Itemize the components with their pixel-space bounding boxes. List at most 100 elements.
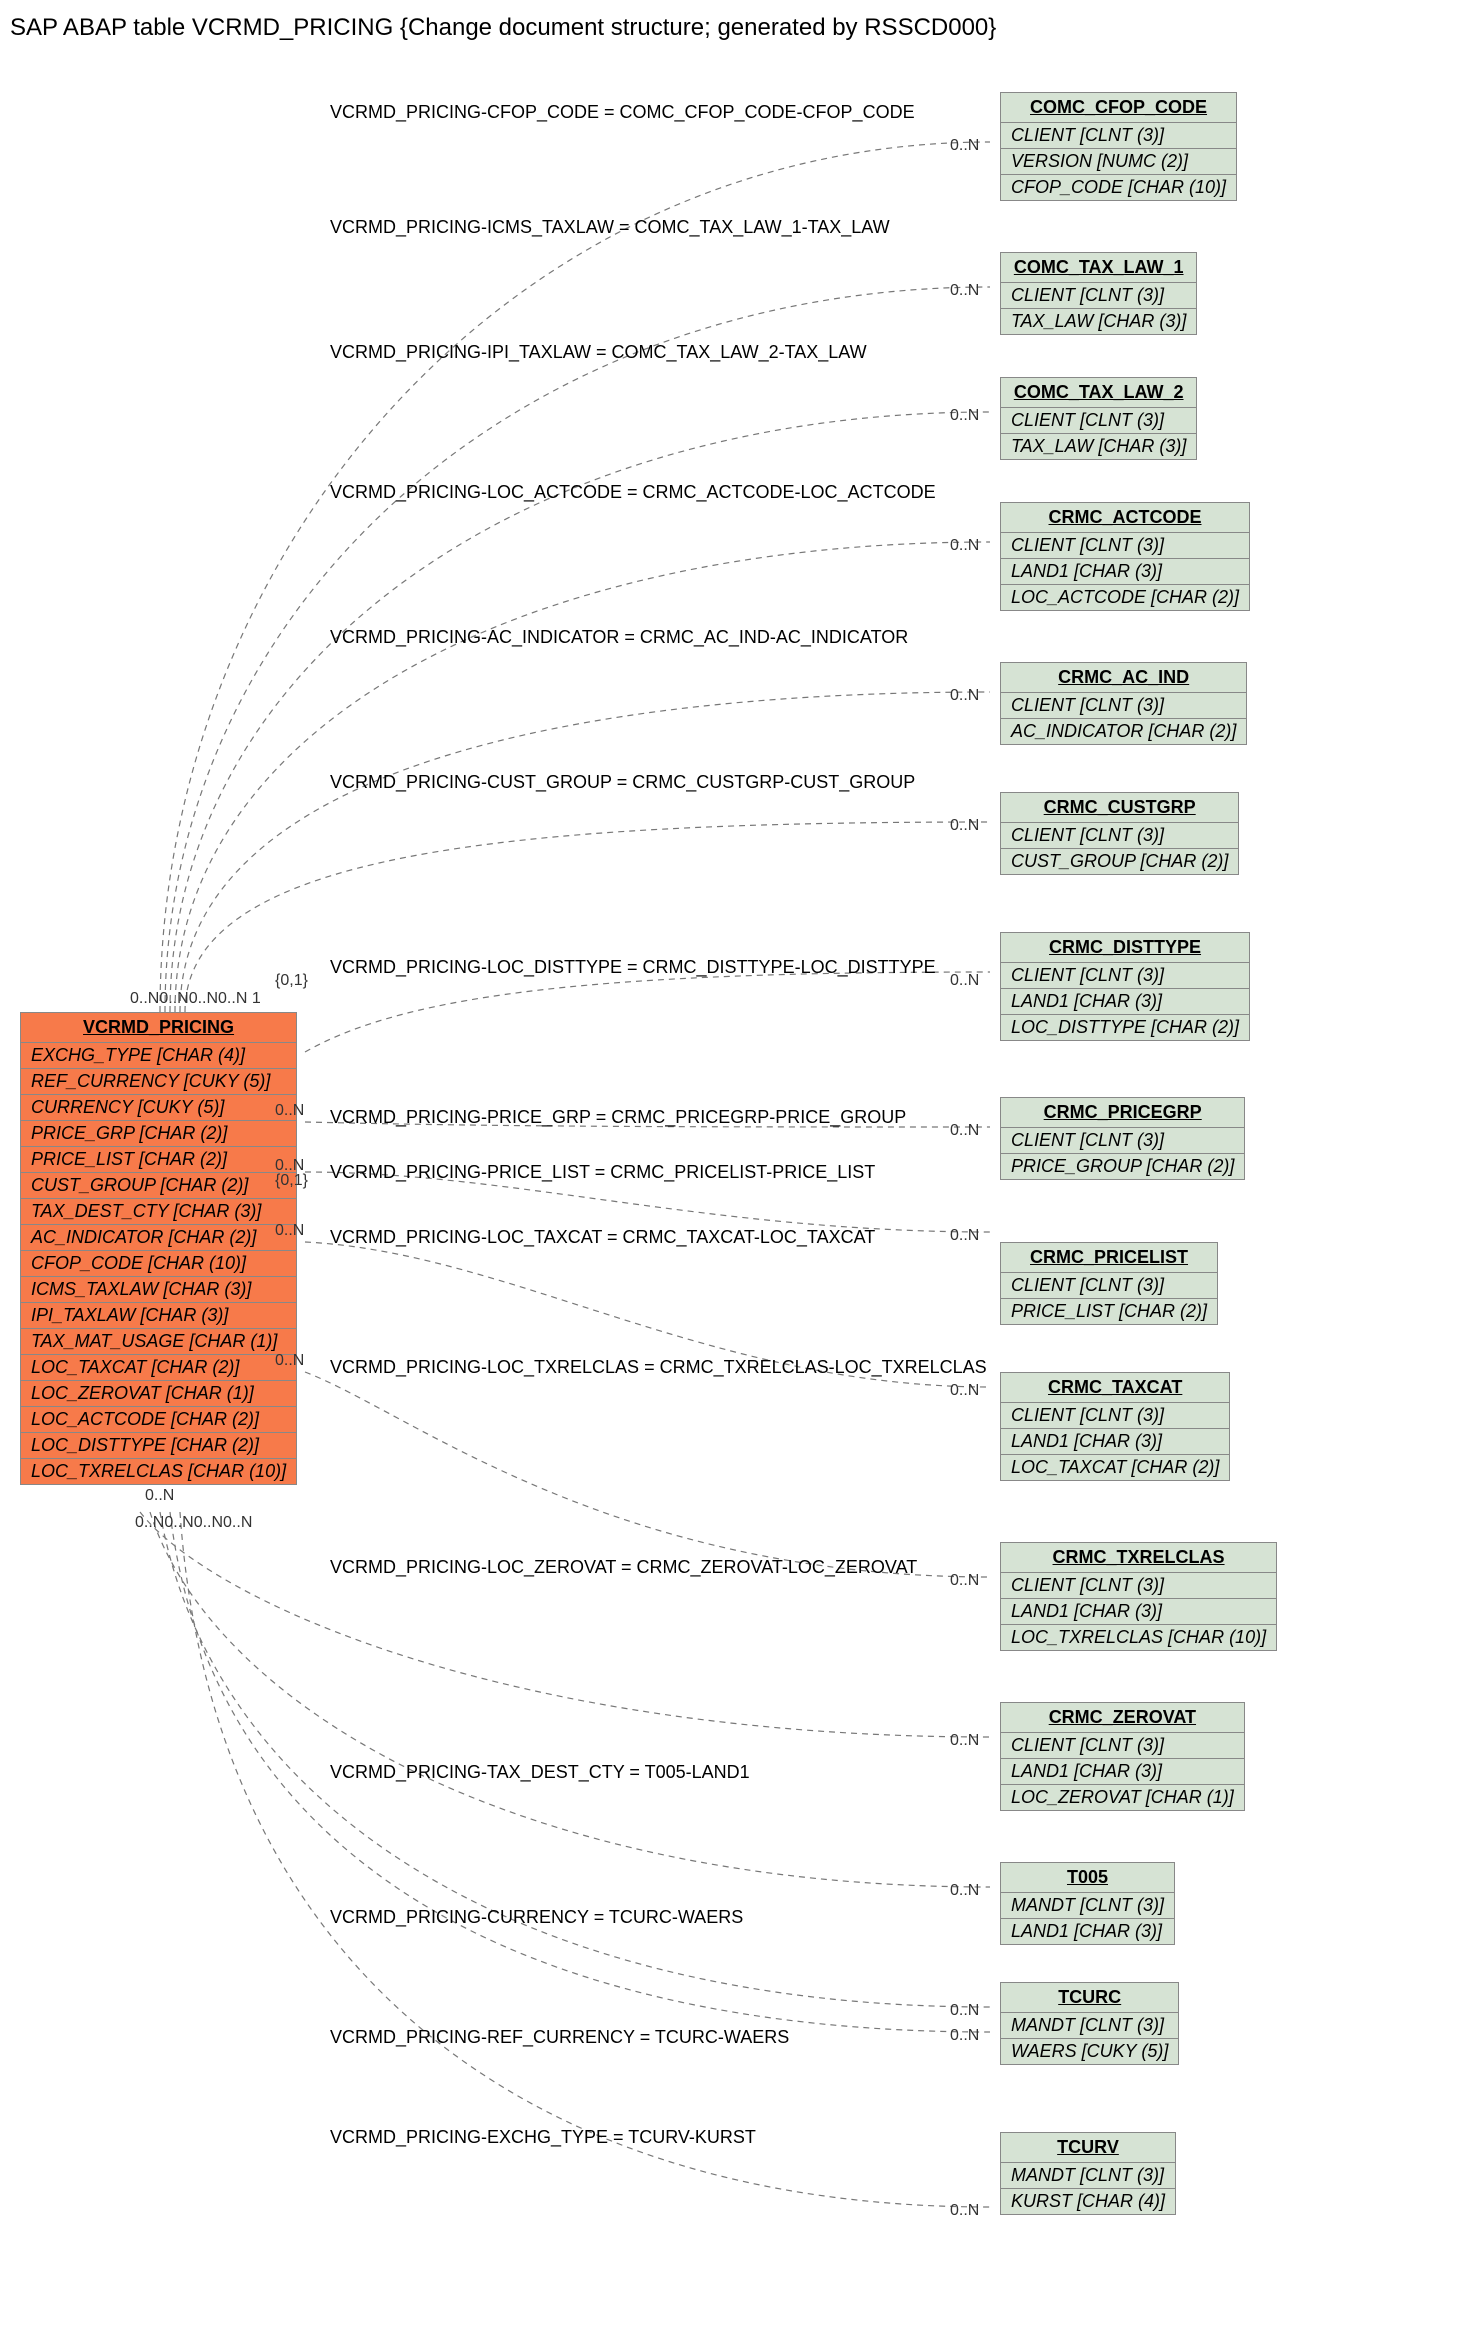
relation-label: VCRMD_PRICING-LOC_TXRELCLAS = CRMC_TXREL… [330,1357,987,1378]
right-cardinality: 0..N [950,972,979,990]
entity-field: CLIENT [CLNT (3)] [1001,1403,1229,1429]
right-cardinality: 0..N [950,687,979,705]
entity-header: CRMC_ZEROVAT [1001,1703,1244,1733]
entity-field: CLIENT [CLNT (3)] [1001,963,1249,989]
entity-header: CRMC_PRICEGRP [1001,1098,1244,1128]
entity-field: LOC_ZEROVAT [CHAR (1)] [21,1381,296,1407]
relation-label: VCRMD_PRICING-PRICE_GRP = CRMC_PRICEGRP-… [330,1107,906,1128]
entity-header: TCURV [1001,2133,1175,2163]
entity-field: CURRENCY [CUKY (5)] [21,1095,296,1121]
entity-field: CUST_GROUP [CHAR (2)] [1001,849,1238,874]
right-cardinality: 0..N [950,1122,979,1140]
entity-field: LOC_ACTCODE [CHAR (2)] [21,1407,296,1433]
entity-field: PRICE_GRP [CHAR (2)] [21,1121,296,1147]
right-cardinality: 0..N [950,1572,979,1590]
entity-field: LAND1 [CHAR (3)] [1001,1759,1244,1785]
related-entity: CRMC_TXRELCLASCLIENT [CLNT (3)]LAND1 [CH… [1000,1542,1277,1651]
left-cardinality: {0,1} [275,1172,308,1190]
relation-label: VCRMD_PRICING-REF_CURRENCY = TCURC-WAERS [330,2027,789,2048]
entity-field: CLIENT [CLNT (3)] [1001,1573,1276,1599]
entity-field: CLIENT [CLNT (3)] [1001,823,1238,849]
entity-field: IPI_TAXLAW [CHAR (3)] [21,1303,296,1329]
related-entity: CRMC_AC_INDCLIENT [CLNT (3)]AC_INDICATOR… [1000,662,1247,745]
entity-field: WAERS [CUKY (5)] [1001,2039,1178,2064]
entity-field: LAND1 [CHAR (3)] [1001,989,1249,1015]
entity-field: CLIENT [CLNT (3)] [1001,1128,1244,1154]
entity-field: LOC_TAXCAT [CHAR (2)] [1001,1455,1229,1480]
relation-label: VCRMD_PRICING-EXCHG_TYPE = TCURV-KURST [330,2127,756,2148]
related-entity: TCURCMANDT [CLNT (3)]WAERS [CUKY (5)] [1000,1982,1179,2065]
right-cardinality: 0..N [950,2002,979,2020]
relation-label: VCRMD_PRICING-PRICE_LIST = CRMC_PRICELIS… [330,1162,875,1183]
main-entity: VCRMD_PRICINGEXCHG_TYPE [CHAR (4)]REF_CU… [20,1012,297,1485]
entity-field: AC_INDICATOR [CHAR (2)] [21,1225,296,1251]
right-cardinality: 0..N [950,2202,979,2220]
entity-field: CFOP_CODE [CHAR (10)] [1001,175,1236,200]
entity-field: LOC_ZEROVAT [CHAR (1)] [1001,1785,1244,1810]
relation-label: VCRMD_PRICING-CURRENCY = TCURC-WAERS [330,1907,743,1928]
entity-field: PRICE_LIST [CHAR (2)] [1001,1299,1217,1324]
relation-label: VCRMD_PRICING-CFOP_CODE = COMC_CFOP_CODE… [330,102,915,123]
left-cardinality: 0..N [275,1102,304,1120]
relation-label: VCRMD_PRICING-ICMS_TAXLAW = COMC_TAX_LAW… [330,217,890,238]
relation-label: VCRMD_PRICING-LOC_ACTCODE = CRMC_ACTCODE… [330,482,936,503]
entity-header: CRMC_CUSTGRP [1001,793,1238,823]
right-cardinality: 0..N [950,817,979,835]
right-cardinality: 0..N [950,537,979,555]
entity-field: CLIENT [CLNT (3)] [1001,408,1196,434]
right-cardinality: 0..N [950,1882,979,1900]
entity-field: TAX_DEST_CTY [CHAR (3)] [21,1199,296,1225]
left-cardinality: 0..N [275,1352,304,1370]
entity-header: CRMC_TXRELCLAS [1001,1543,1276,1573]
entity-field: LAND1 [CHAR (3)] [1001,559,1249,585]
entity-field: VERSION [NUMC (2)] [1001,149,1236,175]
entity-field: KURST [CHAR (4)] [1001,2189,1175,2214]
entity-field: PRICE_LIST [CHAR (2)] [21,1147,296,1173]
left-cardinality: {0,1} [275,972,308,990]
entity-field: TAX_MAT_USAGE [CHAR (1)] [21,1329,296,1355]
entity-header: VCRMD_PRICING [21,1013,296,1043]
right-cardinality: 0..N [950,1732,979,1750]
inner-card-txrel: 0..N [145,1487,174,1505]
entity-header: COMC_TAX_LAW_1 [1001,253,1196,283]
entity-header: TCURC [1001,1983,1178,2013]
right-cardinality: 0..N [950,282,979,300]
relation-label: VCRMD_PRICING-AC_INDICATOR = CRMC_AC_IND… [330,627,908,648]
entity-field: REF_CURRENCY [CUKY (5)] [21,1069,296,1095]
entity-field: CLIENT [CLNT (3)] [1001,1273,1217,1299]
entity-field: CLIENT [CLNT (3)] [1001,283,1196,309]
entity-header: CRMC_ACTCODE [1001,503,1249,533]
relation-label: VCRMD_PRICING-LOC_ZEROVAT = CRMC_ZEROVAT… [330,1557,917,1578]
page-title: SAP ABAP table VCRMD_PRICING {Change doc… [10,14,1469,42]
entity-field: TAX_LAW [CHAR (3)] [1001,309,1196,334]
relation-label: VCRMD_PRICING-LOC_TAXCAT = CRMC_TAXCAT-L… [330,1227,875,1248]
entity-field: EXCHG_TYPE [CHAR (4)] [21,1043,296,1069]
right-cardinality: 0..N [950,137,979,155]
entity-header: CRMC_DISTTYPE [1001,933,1249,963]
related-entity: T005MANDT [CLNT (3)]LAND1 [CHAR (3)] [1000,1862,1175,1945]
entity-field: LOC_TXRELCLAS [CHAR (10)] [21,1459,296,1484]
relation-label: VCRMD_PRICING-CUST_GROUP = CRMC_CUSTGRP-… [330,772,915,793]
entity-field: TAX_LAW [CHAR (3)] [1001,434,1196,459]
related-entity: CRMC_PRICELISTCLIENT [CLNT (3)]PRICE_LIS… [1000,1242,1218,1325]
relation-label: VCRMD_PRICING-IPI_TAXLAW = COMC_TAX_LAW_… [330,342,867,363]
entity-field: LOC_TAXCAT [CHAR (2)] [21,1355,296,1381]
related-entity: TCURVMANDT [CLNT (3)]KURST [CHAR (4)] [1000,2132,1176,2215]
entity-field: CLIENT [CLNT (3)] [1001,1733,1244,1759]
related-entity: CRMC_CUSTGRPCLIENT [CLNT (3)]CUST_GROUP … [1000,792,1239,875]
related-entity: CRMC_TAXCATCLIENT [CLNT (3)]LAND1 [CHAR … [1000,1372,1230,1481]
related-entity: CRMC_DISTTYPECLIENT [CLNT (3)]LAND1 [CHA… [1000,932,1250,1041]
entity-field: LOC_DISTTYPE [CHAR (2)] [1001,1015,1249,1040]
related-entity: COMC_CFOP_CODECLIENT [CLNT (3)]VERSION [… [1000,92,1237,201]
entity-field: LAND1 [CHAR (3)] [1001,1429,1229,1455]
entity-field: LOC_TXRELCLAS [CHAR (10)] [1001,1625,1276,1650]
entity-field: CLIENT [CLNT (3)] [1001,123,1236,149]
entity-field: MANDT [CLNT (3)] [1001,2163,1175,2189]
right-cardinality: 0..N [950,1382,979,1400]
entity-field: ICMS_TAXLAW [CHAR (3)] [21,1277,296,1303]
entity-field: PRICE_GROUP [CHAR (2)] [1001,1154,1244,1179]
entity-field: LOC_DISTTYPE [CHAR (2)] [21,1433,296,1459]
diagram-canvas: 0..N0..N0..N0..N 1 0..N0..N0..N0..N 0..N… [10,52,1459,2332]
entity-field: LOC_ACTCODE [CHAR (2)] [1001,585,1249,610]
entity-field: AC_INDICATOR [CHAR (2)] [1001,719,1246,744]
